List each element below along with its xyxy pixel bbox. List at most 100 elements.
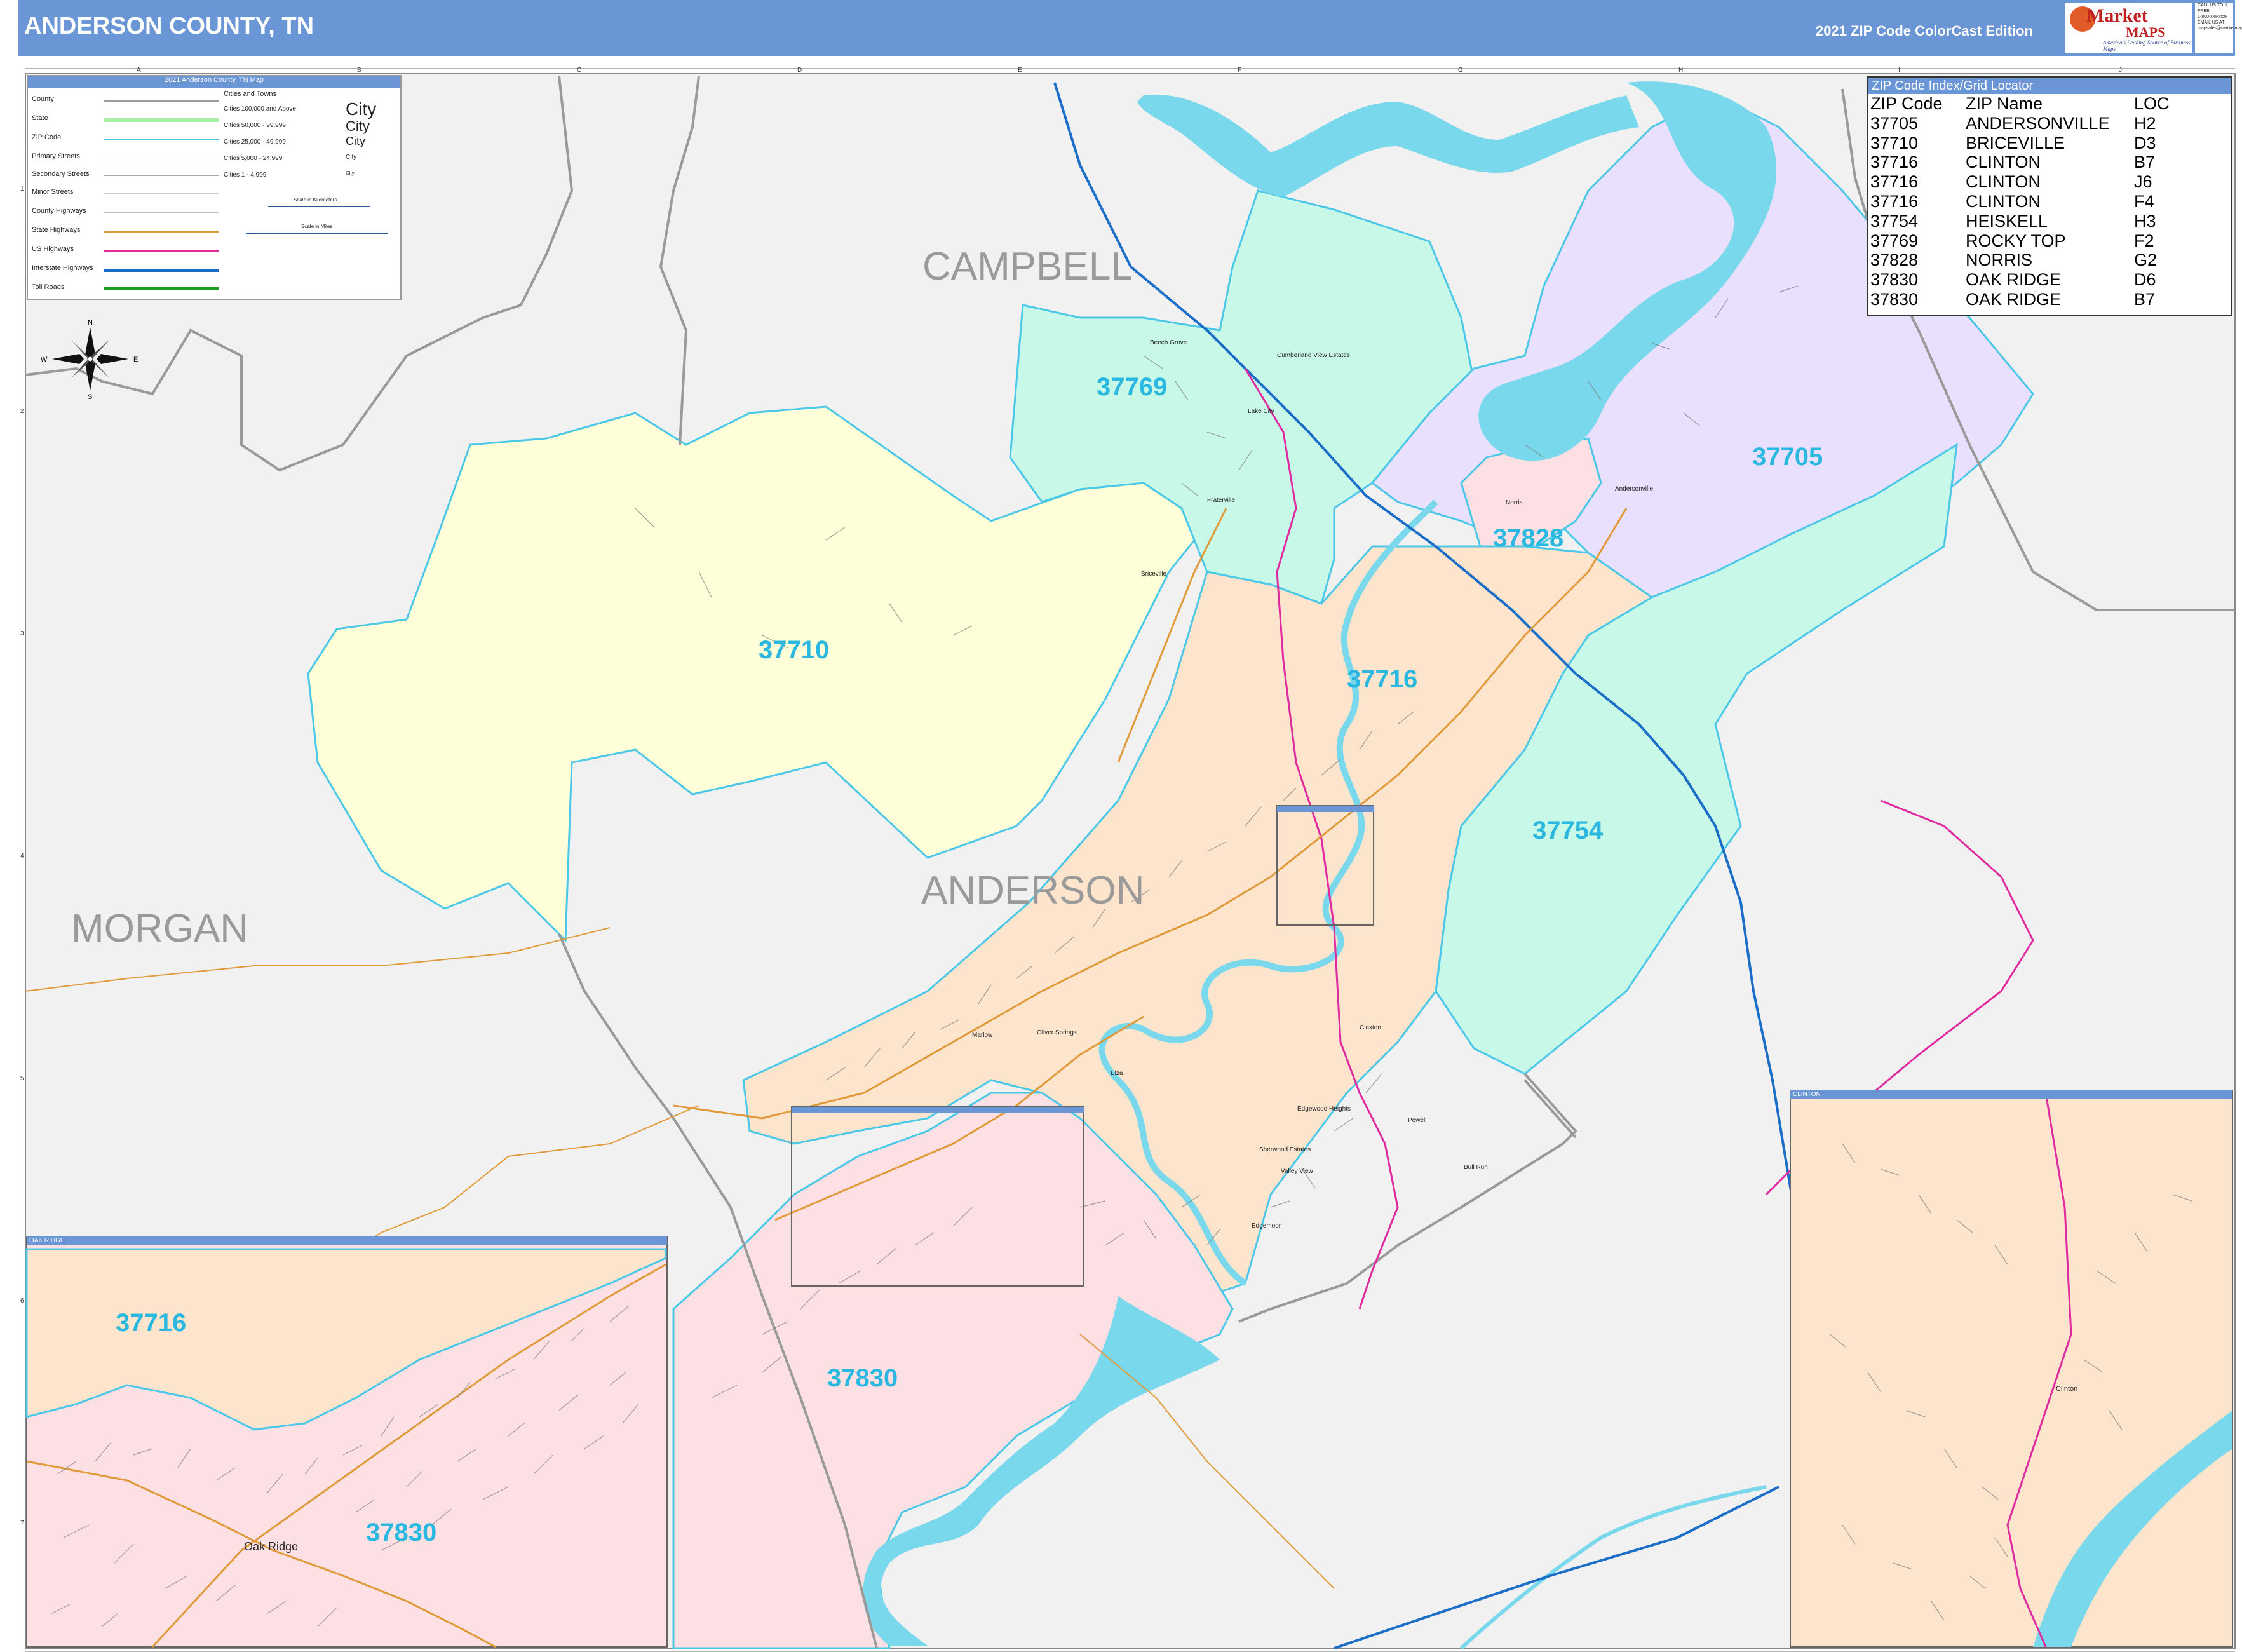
legend-city-class: Cities 50,000 - 99,999 (224, 122, 286, 129)
place-cumberland-view: Cumberland View Estates (1277, 352, 1350, 359)
legend-line-county-hwy (104, 212, 219, 213)
legend-city-class: Cities 100,000 and Above (224, 105, 296, 112)
zip-loc-cell: H3 (2134, 211, 2156, 231)
zip-index-header-row: ZIP Code ZIP Name LOC (1870, 94, 2170, 114)
legend-item: Interstate Highways (32, 264, 93, 272)
legend-item: Toll Roads (32, 283, 65, 291)
zip-loc-cell: F2 (2134, 231, 2154, 250)
county-label-morgan: MORGAN (71, 907, 248, 951)
oak-ridge-inset-zip-37716: 37716 (116, 1309, 187, 1337)
compass-rose-icon: N S W E (39, 318, 141, 401)
zip-name-cell: CLINTON (1966, 152, 2041, 172)
clinton-inset-title: CLINTON (1790, 1090, 2232, 1099)
legend-title: 2021 Anderson County, TN Map (28, 76, 400, 88)
zip-name-cell: CLINTON (1966, 172, 2041, 192)
zip-name-cell: CLINTON (1966, 191, 2041, 211)
clinton-inset-city: Clinton (2056, 1385, 2078, 1393)
legend-item: ZIP Code (32, 133, 62, 141)
legend-cities-header: Cities and Towns (224, 90, 276, 98)
zip-index-row: 37769 ROCKY TOP F2 (1870, 231, 2170, 251)
zip-label-37716: 37716 (1347, 665, 1417, 693)
grid-row-label: 6 (20, 1297, 24, 1304)
grid-col-label: F (1238, 67, 1241, 74)
zip-label-37705: 37705 (1752, 443, 1823, 471)
legend-item: State Highways (32, 226, 81, 234)
zip-code-cell: 37754 (1870, 211, 1919, 231)
zip-name-cell: OAK RIDGE (1966, 270, 2062, 290)
county-label-anderson: ANDERSON (921, 869, 1144, 912)
place-edgemoor: Edgemoor (1252, 1222, 1281, 1229)
place-briceville: Briceville (1141, 571, 1166, 578)
compass-e: E (133, 356, 138, 363)
zip-index-grid: ZIP Code ZIP Name LOC 37705 ANDERSONVILLE… (1870, 94, 2170, 309)
place-andersonville: Andersonville (1615, 485, 1653, 492)
grid-col-label: A (137, 67, 141, 74)
place-valley-view: Valley View (1281, 1168, 1314, 1175)
legend-line-interstate (104, 269, 219, 272)
grid-row-label: 7 (20, 1520, 24, 1527)
legend-line-minor (104, 193, 219, 194)
zip-index-table: ZIP Code Index/Grid Locator ZIP Code ZIP… (1867, 76, 2232, 316)
legend-item: County (32, 95, 54, 103)
zip-index-col-header: ZIP Name (1966, 94, 2043, 113)
zip-name-cell: HEISKELL (1966, 211, 2048, 231)
place-oliver-springs: Oliver Springs (1037, 1029, 1077, 1036)
map-legend: 2021 Anderson County, TN Map County Stat… (27, 75, 402, 300)
zip-name-cell: ANDERSONVILLE (1966, 113, 2110, 133)
oak-ridge-inset-city: Oak Ridge (244, 1540, 299, 1553)
zip-code-cell: 37716 (1870, 191, 1919, 211)
grid-col-label: B (357, 67, 361, 74)
zip-name-cell: OAK RIDGE (1966, 289, 2062, 309)
place-claxton: Claxton (1360, 1024, 1381, 1031)
zip-loc-cell: B7 (2134, 289, 2156, 309)
place-beech-grove: Beech Grove (1150, 339, 1187, 346)
grid-col-label: I (1898, 67, 1900, 74)
grid-row-label: 4 (20, 853, 24, 860)
oak-ridge-inset-title: OAK RIDGE (27, 1236, 667, 1245)
legend-city-sample: City (346, 99, 377, 119)
zip-code-cell: 37710 (1870, 133, 1919, 152)
zip-name-cell: NORRIS (1966, 250, 2033, 270)
place-marlow: Marlow (972, 1032, 993, 1039)
compass-s: S (88, 393, 92, 400)
legend-item: County Highways (32, 207, 86, 215)
grid-col-label: E (1018, 67, 1022, 74)
zip-label-37830: 37830 (827, 1364, 898, 1392)
legend-city-sample: City (346, 118, 370, 134)
oak-ridge-inset-frame-title (792, 1107, 1084, 1113)
zip-index-row: 37716 CLINTON B7 (1870, 152, 2170, 172)
zip-code-cell: 37705 (1870, 113, 1919, 133)
legend-line-state-hwy (104, 231, 219, 233)
zip-code-cell: 37830 (1870, 289, 1919, 309)
oak-ridge-inset (25, 1236, 668, 1648)
zip-name-cell: ROCKY TOP (1966, 231, 2066, 250)
place-powell: Powell (1408, 1117, 1426, 1124)
place-lake-city: Lake City (1248, 408, 1274, 415)
clinton-inset-frame-title (1277, 806, 1374, 812)
zip-code-cell: 37769 (1870, 231, 1919, 250)
place-bull-run: Bull Run (1464, 1164, 1488, 1171)
compass-n: N (88, 319, 93, 327)
zip-name-cell: BRICEVILLE (1966, 133, 2065, 152)
zip-code-cell: 37716 (1870, 152, 1919, 172)
zip-label-37769: 37769 (1097, 373, 1167, 401)
zip-index-title: ZIP Code Index/Grid Locator (1868, 78, 2231, 94)
legend-city-class: Cities 5,000 - 24,999 (224, 155, 283, 162)
zip-index-col-header: ZIP Code (1870, 94, 1943, 113)
zip-index-row: 37830 OAK RIDGE B7 (1870, 290, 2170, 309)
zip-label-37754: 37754 (1532, 816, 1604, 844)
legend-line-toll (104, 287, 219, 290)
grid-col-label: J (2119, 67, 2122, 74)
legend-scale-mi-bar (246, 233, 388, 234)
zip-loc-cell: D6 (2134, 270, 2156, 290)
place-fraterville: Fraterville (1207, 497, 1235, 504)
zip-index-row: 37716 CLINTON F4 (1870, 192, 2170, 212)
grid-col-label: H (1678, 67, 1683, 74)
zip-index-row: 37754 HEISKELL H3 (1870, 212, 2170, 231)
place-norris: Norris (1506, 499, 1523, 506)
legend-item: State (32, 114, 48, 122)
legend-item: Minor Streets (32, 188, 74, 196)
grid-row-label: 2 (20, 408, 24, 415)
legend-scale-mi-label: Scale in Miles (301, 224, 333, 229)
grid-col-label: G (1458, 67, 1463, 74)
